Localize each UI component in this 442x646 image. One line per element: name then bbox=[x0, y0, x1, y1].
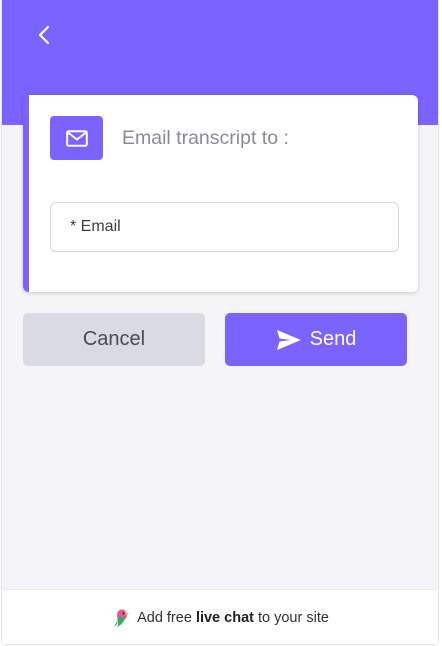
footer-text-before: Add free bbox=[137, 609, 192, 626]
cancel-button-label: Cancel bbox=[82, 328, 146, 350]
cancel-button[interactable]: Cancel bbox=[23, 313, 205, 366]
transcript-widget: Email transcript to : Cancel Send Add fr… bbox=[1, 0, 439, 645]
footer-text-after: to your site bbox=[258, 609, 329, 626]
send-button[interactable]: Send bbox=[225, 313, 407, 366]
parrot-logo-icon bbox=[111, 607, 131, 629]
card-title: Email transcript to : bbox=[122, 127, 289, 149]
send-button-label: Send bbox=[309, 328, 357, 350]
email-input[interactable] bbox=[50, 202, 399, 252]
mail-icon bbox=[65, 129, 88, 147]
mail-icon-box bbox=[50, 116, 103, 160]
chevron-left-icon bbox=[38, 25, 50, 45]
back-button[interactable] bbox=[30, 20, 58, 50]
email-transcript-card: Email transcript to : bbox=[23, 95, 418, 292]
footer-promo[interactable]: Add free live chat to your site bbox=[2, 589, 438, 644]
paper-plane-icon bbox=[276, 329, 301, 350]
footer-text-bold: live chat bbox=[195, 609, 254, 626]
